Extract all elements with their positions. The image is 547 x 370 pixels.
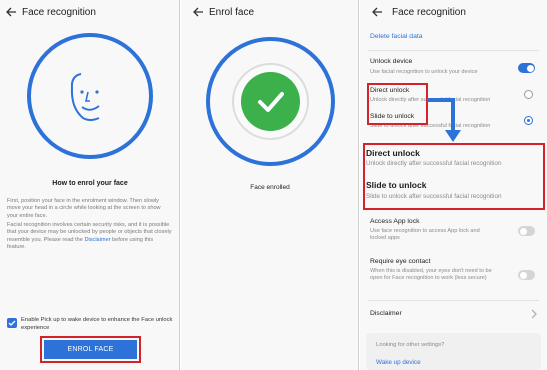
intro-description: First, position your face in the enrolme… (7, 198, 161, 219)
unlock-device-subtitle: Use facial recognition to unlock your de… (370, 69, 478, 75)
face-recognition-intro-screen: Face recognition How to enrol your face … (0, 0, 180, 370)
zoom-slide-to-unlock-subtitle: Slide to unlock after successful facial … (366, 193, 502, 200)
zoom-direct-unlock-subtitle: Unlock directly after successful facial … (366, 160, 502, 167)
face-recognition-settings-screen: Face recognition Delete facial data Unlo… (360, 0, 547, 370)
smiley-face-icon (70, 73, 100, 121)
pick-up-to-wake-checkbox[interactable] (7, 318, 17, 328)
page-title: Enrol face (209, 6, 255, 18)
app-lock-toggle[interactable] (518, 226, 535, 236)
other-settings-label: Looking for other settings? (376, 342, 445, 348)
top-bar: Face recognition (0, 0, 179, 24)
intro-heading: How to enrol your face (52, 180, 128, 187)
enrol-face-screen: Enrol face Face enrolled (181, 0, 359, 370)
top-bar: Face recognition (360, 0, 547, 24)
zoom-direct-unlock-title: Direct unlock (366, 148, 420, 158)
arrow-icon (427, 98, 461, 142)
back-arrow-icon[interactable] (366, 1, 388, 23)
enrol-face-button[interactable]: ENROL FACE (44, 340, 137, 359)
checkmark-icon (257, 91, 284, 112)
checkmark-icon (8, 320, 16, 326)
wake-up-device-link[interactable]: Wake up device (376, 359, 421, 366)
divider (368, 300, 539, 301)
delete-facial-data-link[interactable]: Delete facial data (370, 33, 423, 40)
enrol-status: Face enrolled (250, 184, 290, 191)
app-lock-title: Access App lock (370, 218, 420, 225)
back-arrow-icon[interactable] (187, 1, 209, 23)
eye-contact-toggle[interactable] (518, 270, 535, 280)
app-lock-subtitle: Use face recognition to access App lock … (370, 228, 480, 242)
success-circle (241, 72, 300, 131)
unlock-device-toggle[interactable] (518, 63, 535, 73)
back-arrow-icon[interactable] (0, 1, 22, 23)
disclaimer-link[interactable]: Disclaimer (84, 237, 110, 243)
top-bar: Enrol face (181, 0, 358, 24)
security-notice: Facial recognition involves certain secu… (7, 222, 173, 251)
divider (368, 50, 539, 51)
direct-unlock-radio[interactable] (524, 90, 533, 99)
checkbox-label: Enable Pick up to wake device to enhance… (21, 317, 173, 331)
page-title: Face recognition (392, 6, 466, 18)
disclaimer-item[interactable]: Disclaimer (370, 310, 402, 317)
slide-to-unlock-radio[interactable] (524, 116, 533, 125)
eye-contact-title: Require eye contact (370, 258, 431, 265)
chevron-right-icon[interactable] (530, 309, 538, 319)
highlight-box (367, 83, 428, 125)
eye-contact-subtitle: When this is disabled, your eyes don't n… (370, 268, 492, 282)
zoom-slide-to-unlock-title: Slide to unlock (366, 180, 427, 190)
page-title: Face recognition (22, 6, 96, 18)
unlock-device-title: Unlock device (370, 58, 413, 65)
